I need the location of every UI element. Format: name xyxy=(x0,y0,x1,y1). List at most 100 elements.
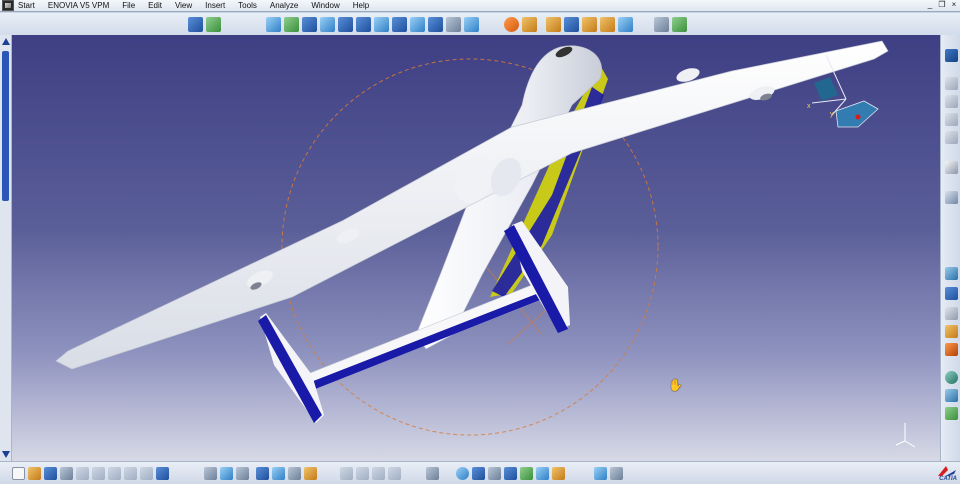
sensor-icon[interactable] xyxy=(288,467,301,480)
swap-icon[interactable] xyxy=(594,467,607,480)
left-fin-edge xyxy=(258,315,322,423)
knowledge-icon[interactable] xyxy=(236,467,249,480)
compass-icon[interactable] xyxy=(564,16,579,32)
save-icon[interactable] xyxy=(44,467,57,480)
undo-icon[interactable] xyxy=(124,467,137,480)
camera-icon[interactable] xyxy=(426,467,439,480)
fly-mode-icon[interactable] xyxy=(266,16,281,32)
menu-help[interactable]: Help xyxy=(353,0,369,12)
inertia-icon[interactable] xyxy=(600,16,615,32)
print-icon[interactable] xyxy=(60,467,73,480)
minimize-button[interactable]: _ xyxy=(924,0,936,11)
analysis-icon[interactable] xyxy=(522,16,537,32)
vertical-scrollbar[interactable] xyxy=(0,35,12,461)
menu-analyze[interactable]: Analyze xyxy=(270,0,298,12)
bottom-toolbar: CATIA xyxy=(0,461,960,484)
rotate-icon[interactable] xyxy=(945,371,958,384)
menu-window[interactable]: Window xyxy=(311,0,339,12)
view-point-icon[interactable] xyxy=(536,467,549,480)
hide-show-icon[interactable] xyxy=(446,16,461,32)
sheet-icon[interactable] xyxy=(610,467,623,480)
tree-icon[interactable] xyxy=(388,467,401,480)
scroll-down-arrow-icon[interactable] xyxy=(2,451,10,458)
stabilizer-edge xyxy=(298,291,548,395)
right-toolbar xyxy=(940,35,960,461)
compass-label-x: x xyxy=(807,103,811,110)
formula-icon[interactable] xyxy=(204,467,217,480)
material-icon[interactable] xyxy=(504,16,519,32)
light-icon[interactable] xyxy=(552,467,565,480)
menu-start[interactable]: Start xyxy=(18,0,35,12)
close-button[interactable]: × xyxy=(948,0,960,11)
update-icon[interactable] xyxy=(945,407,958,420)
redo-icon[interactable] xyxy=(140,467,153,480)
shading-icon[interactable] xyxy=(428,16,443,32)
paste-icon[interactable] xyxy=(108,467,121,480)
cut-icon[interactable] xyxy=(76,467,89,480)
axis-icon[interactable] xyxy=(945,389,958,402)
multi-view-icon[interactable] xyxy=(392,16,407,32)
search-icon[interactable] xyxy=(504,467,517,480)
part-icon[interactable] xyxy=(945,95,958,108)
menu-tools[interactable]: Tools xyxy=(238,0,257,12)
knowledge-icon[interactable] xyxy=(672,16,687,32)
menu-enovia[interactable]: ENOVIA V5 VPM xyxy=(48,0,109,12)
fit-all-icon[interactable] xyxy=(284,16,299,32)
constraint-icon[interactable] xyxy=(546,16,561,32)
rotate-icon[interactable] xyxy=(320,16,335,32)
part-icon[interactable] xyxy=(945,77,958,90)
open-folder-icon[interactable] xyxy=(28,467,41,480)
fit-icon[interactable] xyxy=(520,467,533,480)
grid-icon[interactable] xyxy=(945,287,958,300)
top-toolbar xyxy=(0,13,960,35)
scroll-thumb[interactable] xyxy=(2,51,9,201)
target-icon[interactable] xyxy=(456,467,469,480)
iso-view-icon[interactable] xyxy=(410,16,425,32)
speed-icon[interactable] xyxy=(488,467,501,480)
help-icon[interactable] xyxy=(156,467,169,480)
table-icon[interactable] xyxy=(256,467,269,480)
select-arrow-icon[interactable] xyxy=(945,161,958,174)
sketch-icon[interactable] xyxy=(945,267,958,280)
catia-app-icon[interactable] xyxy=(2,0,14,11)
filter-icon[interactable] xyxy=(206,16,221,32)
menu-edit[interactable]: Edit xyxy=(148,0,162,12)
pan-icon[interactable] xyxy=(302,16,317,32)
part-icon[interactable] xyxy=(945,131,958,144)
zoom-out-icon[interactable] xyxy=(356,16,371,32)
catalog-icon[interactable] xyxy=(654,16,669,32)
fly-icon[interactable] xyxy=(472,467,485,480)
body-icon[interactable] xyxy=(945,307,958,320)
copy-icon[interactable] xyxy=(92,467,105,480)
view-icon[interactable] xyxy=(945,49,958,62)
arrows-icon[interactable] xyxy=(372,467,385,480)
hole-icon[interactable] xyxy=(945,325,958,338)
settings-icon[interactable] xyxy=(945,191,958,204)
parameters-icon[interactable] xyxy=(272,467,285,480)
catia-logo-text: CATIA xyxy=(939,476,957,482)
tools-icon[interactable] xyxy=(945,343,958,356)
swap-space-icon[interactable] xyxy=(464,16,479,32)
menu-file[interactable]: File xyxy=(122,0,135,12)
link-icon[interactable] xyxy=(356,467,369,480)
window-controls: _ ❐ × xyxy=(924,0,960,12)
measure-icon[interactable] xyxy=(582,16,597,32)
axis-triad-icon xyxy=(895,423,916,448)
select-tool-icon[interactable] xyxy=(188,16,203,32)
scissors-icon[interactable] xyxy=(340,467,353,480)
menu-view[interactable]: View xyxy=(175,0,192,12)
capture-icon[interactable] xyxy=(618,16,633,32)
new-file-icon[interactable] xyxy=(12,467,25,480)
zoom-in-icon[interactable] xyxy=(338,16,353,32)
normal-view-icon[interactable] xyxy=(374,16,389,32)
scroll-up-arrow-icon[interactable] xyxy=(2,38,10,45)
menu-bar: Start ENOVIA V5 VPM File Edit View Inser… xyxy=(0,0,960,12)
menu-insert[interactable]: Insert xyxy=(205,0,225,12)
rule-icon[interactable] xyxy=(304,467,317,480)
comment-icon[interactable] xyxy=(220,467,233,480)
compass-label-y: y xyxy=(830,111,834,118)
part-icon[interactable] xyxy=(945,113,958,126)
3d-viewport[interactable]: x y ✋ xyxy=(12,35,940,461)
aircraft-model-view[interactable]: x y xyxy=(12,35,940,461)
restore-button[interactable]: ❐ xyxy=(936,0,948,11)
